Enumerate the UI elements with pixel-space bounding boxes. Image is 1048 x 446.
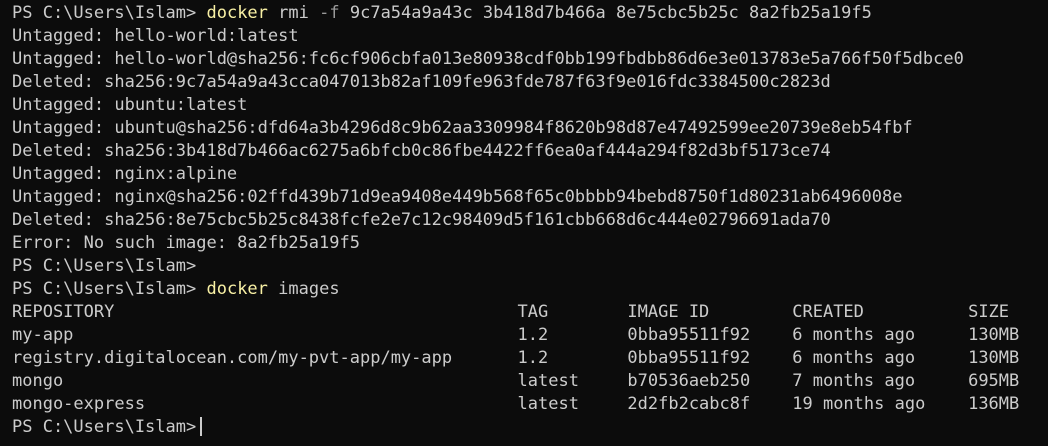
table-row: mongo latest b70536aeb250 7 months ago 6… [12,370,1048,393]
header-tag: TAG [517,302,549,322]
cell-repository: my-app [12,325,74,345]
cell-created: 6 months ago [792,325,916,345]
output-line: Untagged: nginx:alpine [12,164,238,184]
command-flag: -f [319,3,340,23]
output-line: Deleted: sha256:3b418d7b466ac6275a6bfcb0… [12,141,831,161]
cell-tag: latest [517,371,579,391]
table-row: registry.digitalocean.com/my-pvt-app/my-… [12,347,1048,370]
header-image-id: IMAGE ID [627,302,710,322]
cell-size: 136MB [968,394,1020,414]
cell-image-id: 0bba95511f92 [627,325,751,345]
output-line: Deleted: sha256:9c7a54a9a43cca047013b82a… [12,72,831,92]
output-line: Untagged: nginx@sha256:02ffd439b71d9ea94… [12,187,903,207]
cell-repository: mongo-express [12,394,146,414]
header-created: CREATED [792,302,864,322]
command-program: docker [206,3,268,23]
cell-created: 19 months ago [792,394,926,414]
cell-created: 7 months ago [792,371,916,391]
text-cursor[interactable] [200,417,203,436]
terminal-window[interactable]: PS C:\Users\Islam> docker rmi -f 9c7a54a… [0,0,1048,446]
header-repository: REPOSITORY [12,302,115,322]
command-line-rmi: PS C:\Users\Islam> docker rmi -f 9c7a54a… [12,2,1048,25]
cell-image-id: 0bba95511f92 [627,348,751,368]
prompt: PS C:\Users\Islam> [12,3,197,23]
output-line: Untagged: ubuntu@sha256:dfd64a3b4296d8c9… [12,118,913,138]
empty-prompt-line: PS C:\Users\Islam> [12,255,1048,278]
cell-size: 130MB [968,325,1020,345]
cell-size: 695MB [968,371,1020,391]
cell-tag: 1.2 [517,325,549,345]
cell-created: 6 months ago [792,348,916,368]
cell-tag: 1.2 [517,348,549,368]
output-line: Deleted: sha256:8e75cbc5b25c8438fcfe2e7c… [12,210,831,230]
table-row: my-app 1.2 0bba95511f92 6 months ago 130… [12,324,1048,347]
command-args: 9c7a54a9a43c 3b418d7b466a 8e75cbc5b25c 8… [349,3,872,23]
command-program: docker [206,279,268,299]
header-size: SIZE [968,302,1010,322]
command-subcommand: images [278,279,340,299]
output-line: Untagged: ubuntu:latest [12,95,248,115]
cell-repository: registry.digitalocean.com/my-pvt-app/my-… [12,348,453,368]
cell-tag: latest [517,394,579,414]
command-line-images: PS C:\Users\Islam> docker images [12,278,1048,301]
prompt: PS C:\Users\Islam> [12,279,197,299]
table-row: mongo-express latest 2d2fb2cabc8f 19 mon… [12,393,1048,416]
cell-image-id: 2d2fb2cabc8f [627,394,751,414]
prompt: PS C:\Users\Islam> [12,256,197,276]
table-header: REPOSITORY TAG IMAGE ID CREATED SIZE [12,301,1048,324]
cell-repository: mongo [12,371,64,391]
error-line: Error: No such image: 8a2fb25a19f5 [12,233,360,253]
command-subcommand: rmi [278,3,309,23]
output-line: Untagged: hello-world:latest [12,26,299,46]
active-prompt-line[interactable]: PS C:\Users\Islam> [12,416,1048,439]
cell-size: 130MB [968,348,1020,368]
output-line: Untagged: hello-world@sha256:fc6cf906cbf… [12,49,964,69]
prompt: PS C:\Users\Islam> [12,417,197,437]
cell-image-id: b70536aeb250 [627,371,751,391]
